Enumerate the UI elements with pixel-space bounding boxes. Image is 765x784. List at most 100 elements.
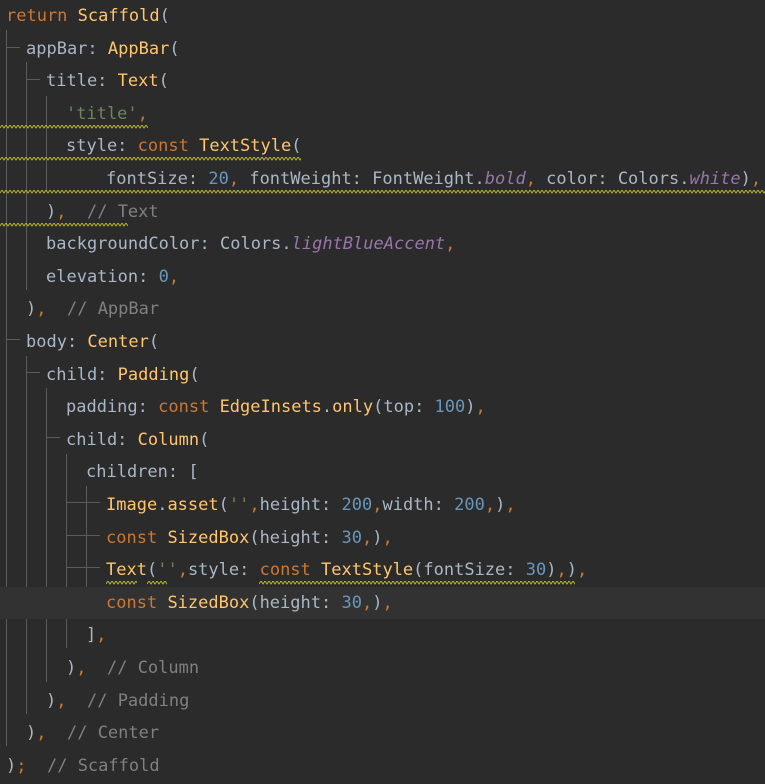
code-token: ,	[76, 658, 87, 678]
code-line[interactable]: ), // Text	[0, 196, 765, 228]
code-token: const	[158, 397, 210, 418]
code-text: child: Padding(	[46, 359, 200, 391]
code-token: fontSize:	[106, 169, 209, 189]
code-line[interactable]: child: Padding(	[0, 359, 765, 391]
code-token: Column	[137, 429, 200, 450]
code-token: color: Colors.	[535, 169, 690, 189]
code-token: (	[148, 332, 160, 352]
code-text: return Scaffold(	[6, 0, 170, 32]
code-token: )	[372, 592, 383, 613]
code-line[interactable]: title: Text(	[0, 65, 765, 97]
code-token: ''	[228, 495, 250, 515]
code-token: )	[546, 560, 557, 581]
code-token: )	[372, 527, 383, 548]
code-line[interactable]: Image.asset('',height: 200,width: 200,),	[0, 489, 765, 521]
code-token: ,	[505, 495, 516, 515]
code-token: backgroundColor: Colors.	[46, 234, 292, 255]
code-line[interactable]: const SizedBox(height: 30,),	[0, 586, 765, 619]
code-token: 30	[341, 527, 362, 548]
code-token: )	[46, 201, 57, 222]
code-line[interactable]: ), // AppBar	[0, 293, 765, 325]
code-token: elevation:	[46, 266, 159, 287]
code-text: ), // Text	[46, 196, 159, 228]
code-line[interactable]: ), // Column	[0, 652, 765, 684]
code-token: (	[189, 364, 200, 385]
code-token: ,	[576, 560, 588, 581]
code-token: // Padding	[86, 690, 190, 711]
code-token: // Text	[86, 201, 159, 222]
code-text: fontSize: 20, fontWeight: FontWeight.bol…	[106, 163, 761, 195]
code-token: Text	[106, 560, 147, 581]
code-token: Scaffold	[77, 6, 160, 26]
code-text: 'title',	[66, 98, 148, 130]
code-line[interactable]: style: const TextStyle(	[0, 130, 765, 162]
code-token: 'title'	[66, 103, 138, 124]
code-text: body: Center(	[26, 326, 159, 358]
code-line[interactable]: const SizedBox(height: 30,),	[0, 522, 765, 554]
code-token: 30	[341, 592, 362, 613]
code-token: (	[291, 136, 302, 157]
code-line[interactable]: ],	[0, 619, 765, 651]
code-line[interactable]: 'title',	[0, 98, 765, 130]
code-line[interactable]: elevation: 0,	[0, 261, 765, 293]
code-token: // Scaffold	[46, 755, 160, 776]
code-token: Text	[117, 71, 159, 92]
code-text: elevation: 0,	[46, 261, 179, 293]
code-token: asset	[167, 495, 219, 515]
code-token: (	[169, 38, 180, 59]
code-token: )	[46, 690, 57, 711]
code-token: const	[259, 560, 311, 581]
code-line[interactable]: ), // Center	[0, 717, 765, 749]
code-token: ]	[86, 625, 97, 646]
code-token: (	[218, 495, 229, 515]
code-token: ,	[249, 495, 260, 515]
code-token: only	[332, 397, 374, 418]
code-line[interactable]: ), // Padding	[0, 685, 765, 717]
code-token: ''	[157, 560, 178, 581]
code-line[interactable]: Text('',style: const TextStyle(fontSize:…	[0, 554, 765, 586]
code-token: child:	[66, 429, 138, 450]
code-text: backgroundColor: Colors.lightBlueAccent,	[46, 228, 455, 260]
code-token: ,	[228, 169, 240, 189]
code-token: ,	[56, 690, 67, 711]
code-text: ); // Scaffold	[6, 750, 160, 782]
code-token: ,	[382, 592, 393, 613]
code-token: )	[495, 495, 506, 515]
code-token: ,	[445, 234, 456, 255]
code-line[interactable]: child: Column(	[0, 424, 765, 456]
code-text: ), // Center	[26, 717, 159, 749]
code-line[interactable]: padding: const EdgeInsets.only(top: 100)…	[0, 391, 765, 423]
code-token: appBar:	[26, 38, 108, 59]
code-line[interactable]: ); // Scaffold	[0, 750, 765, 782]
code-token: white	[689, 169, 741, 189]
code-token: ,	[36, 299, 47, 320]
code-token: 100	[434, 397, 466, 418]
code-text: children: [	[86, 456, 199, 488]
code-text: ), // AppBar	[26, 293, 159, 325]
code-token: ,	[525, 169, 536, 189]
code-token: bold	[484, 169, 526, 189]
code-token: // Column	[106, 658, 200, 678]
code-line[interactable]: return Scaffold(	[0, 0, 765, 32]
code-token: )	[66, 658, 77, 678]
code-editor[interactable]: return Scaffold(appBar: AppBar(title: Te…	[0, 0, 765, 784]
code-text: appBar: AppBar(	[26, 33, 180, 65]
code-token: const	[106, 592, 158, 613]
code-line[interactable]: appBar: AppBar(	[0, 33, 765, 65]
code-token: ,	[137, 103, 148, 124]
code-line[interactable]: children: [	[0, 456, 765, 488]
code-line[interactable]: fontSize: 20, fontWeight: FontWeight.bol…	[0, 163, 765, 195]
code-token: TextStyle	[321, 560, 414, 581]
code-line[interactable]: body: Center(	[0, 326, 765, 358]
code-line[interactable]: backgroundColor: Colors.lightBlueAccent,	[0, 228, 765, 260]
code-token: )	[566, 560, 577, 581]
code-token: )	[26, 299, 37, 320]
code-token: Center	[87, 332, 149, 352]
